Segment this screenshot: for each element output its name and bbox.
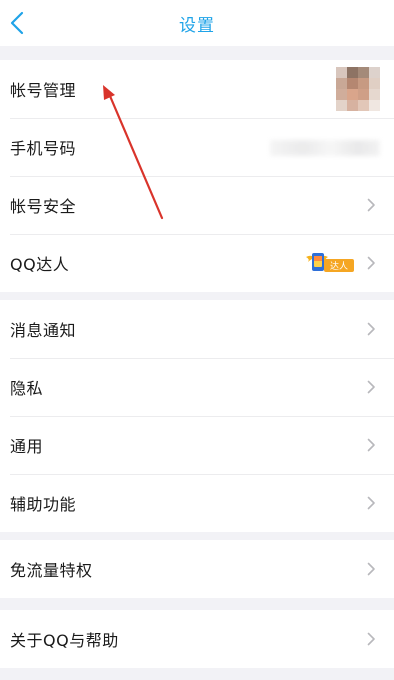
badge-text: 达人 — [330, 260, 348, 271]
settings-item-label: 手机号码 — [10, 139, 77, 158]
chevron-right-icon — [367, 438, 376, 452]
settings-item-label: 帐号管理 — [10, 81, 77, 100]
nav-bar: 设置 — [0, 0, 394, 46]
settings-item-label: 关于QQ与帮助 — [10, 631, 119, 650]
phone-number-value-blurred — [270, 140, 380, 156]
data-free-group: 免流量特权 — [0, 540, 394, 598]
chevron-right-icon — [367, 380, 376, 394]
settings-item-accessibility[interactable]: 辅助功能 — [0, 474, 394, 532]
settings-item-label: 帐号安全 — [10, 197, 77, 216]
qq-expert-badge-icon: 达人 — [304, 251, 356, 275]
settings-item-phone-number[interactable]: 手机号码 — [0, 118, 394, 176]
settings-item-about-qq-help[interactable]: 关于QQ与帮助 — [0, 610, 394, 668]
settings-item-account-management[interactable]: 帐号管理 — [0, 60, 394, 118]
chevron-left-icon — [10, 11, 24, 35]
settings-item-label: 隐私 — [10, 379, 44, 398]
account-group: 帐号管理 手机号码 帐号安全 QQ达人 达人 — [0, 60, 394, 292]
settings-item-label: 通用 — [10, 437, 44, 456]
settings-item-qq-expert[interactable]: QQ达人 达人 — [0, 234, 394, 292]
settings-item-notifications[interactable]: 消息通知 — [0, 300, 394, 358]
settings-item-label: QQ达人 — [10, 255, 70, 274]
settings-item-privacy[interactable]: 隐私 — [0, 358, 394, 416]
page-title: 设置 — [179, 15, 215, 36]
settings-item-label: 免流量特权 — [10, 561, 93, 580]
chevron-right-icon — [367, 562, 376, 576]
settings-item-general[interactable]: 通用 — [0, 416, 394, 474]
settings-item-label: 消息通知 — [10, 321, 77, 340]
settings-item-label: 辅助功能 — [10, 495, 77, 514]
chevron-right-icon — [367, 496, 376, 510]
chevron-right-icon — [367, 256, 376, 270]
chevron-right-icon — [367, 198, 376, 212]
chevron-right-icon — [367, 322, 376, 336]
chevron-right-icon — [367, 632, 376, 646]
avatar — [336, 67, 380, 111]
settings-item-account-security[interactable]: 帐号安全 — [0, 176, 394, 234]
back-button[interactable] — [4, 6, 34, 40]
about-group: 关于QQ与帮助 — [0, 610, 394, 668]
general-group: 消息通知 隐私 通用 辅助功能 — [0, 300, 394, 532]
settings-item-data-free-privileges[interactable]: 免流量特权 — [0, 540, 394, 598]
